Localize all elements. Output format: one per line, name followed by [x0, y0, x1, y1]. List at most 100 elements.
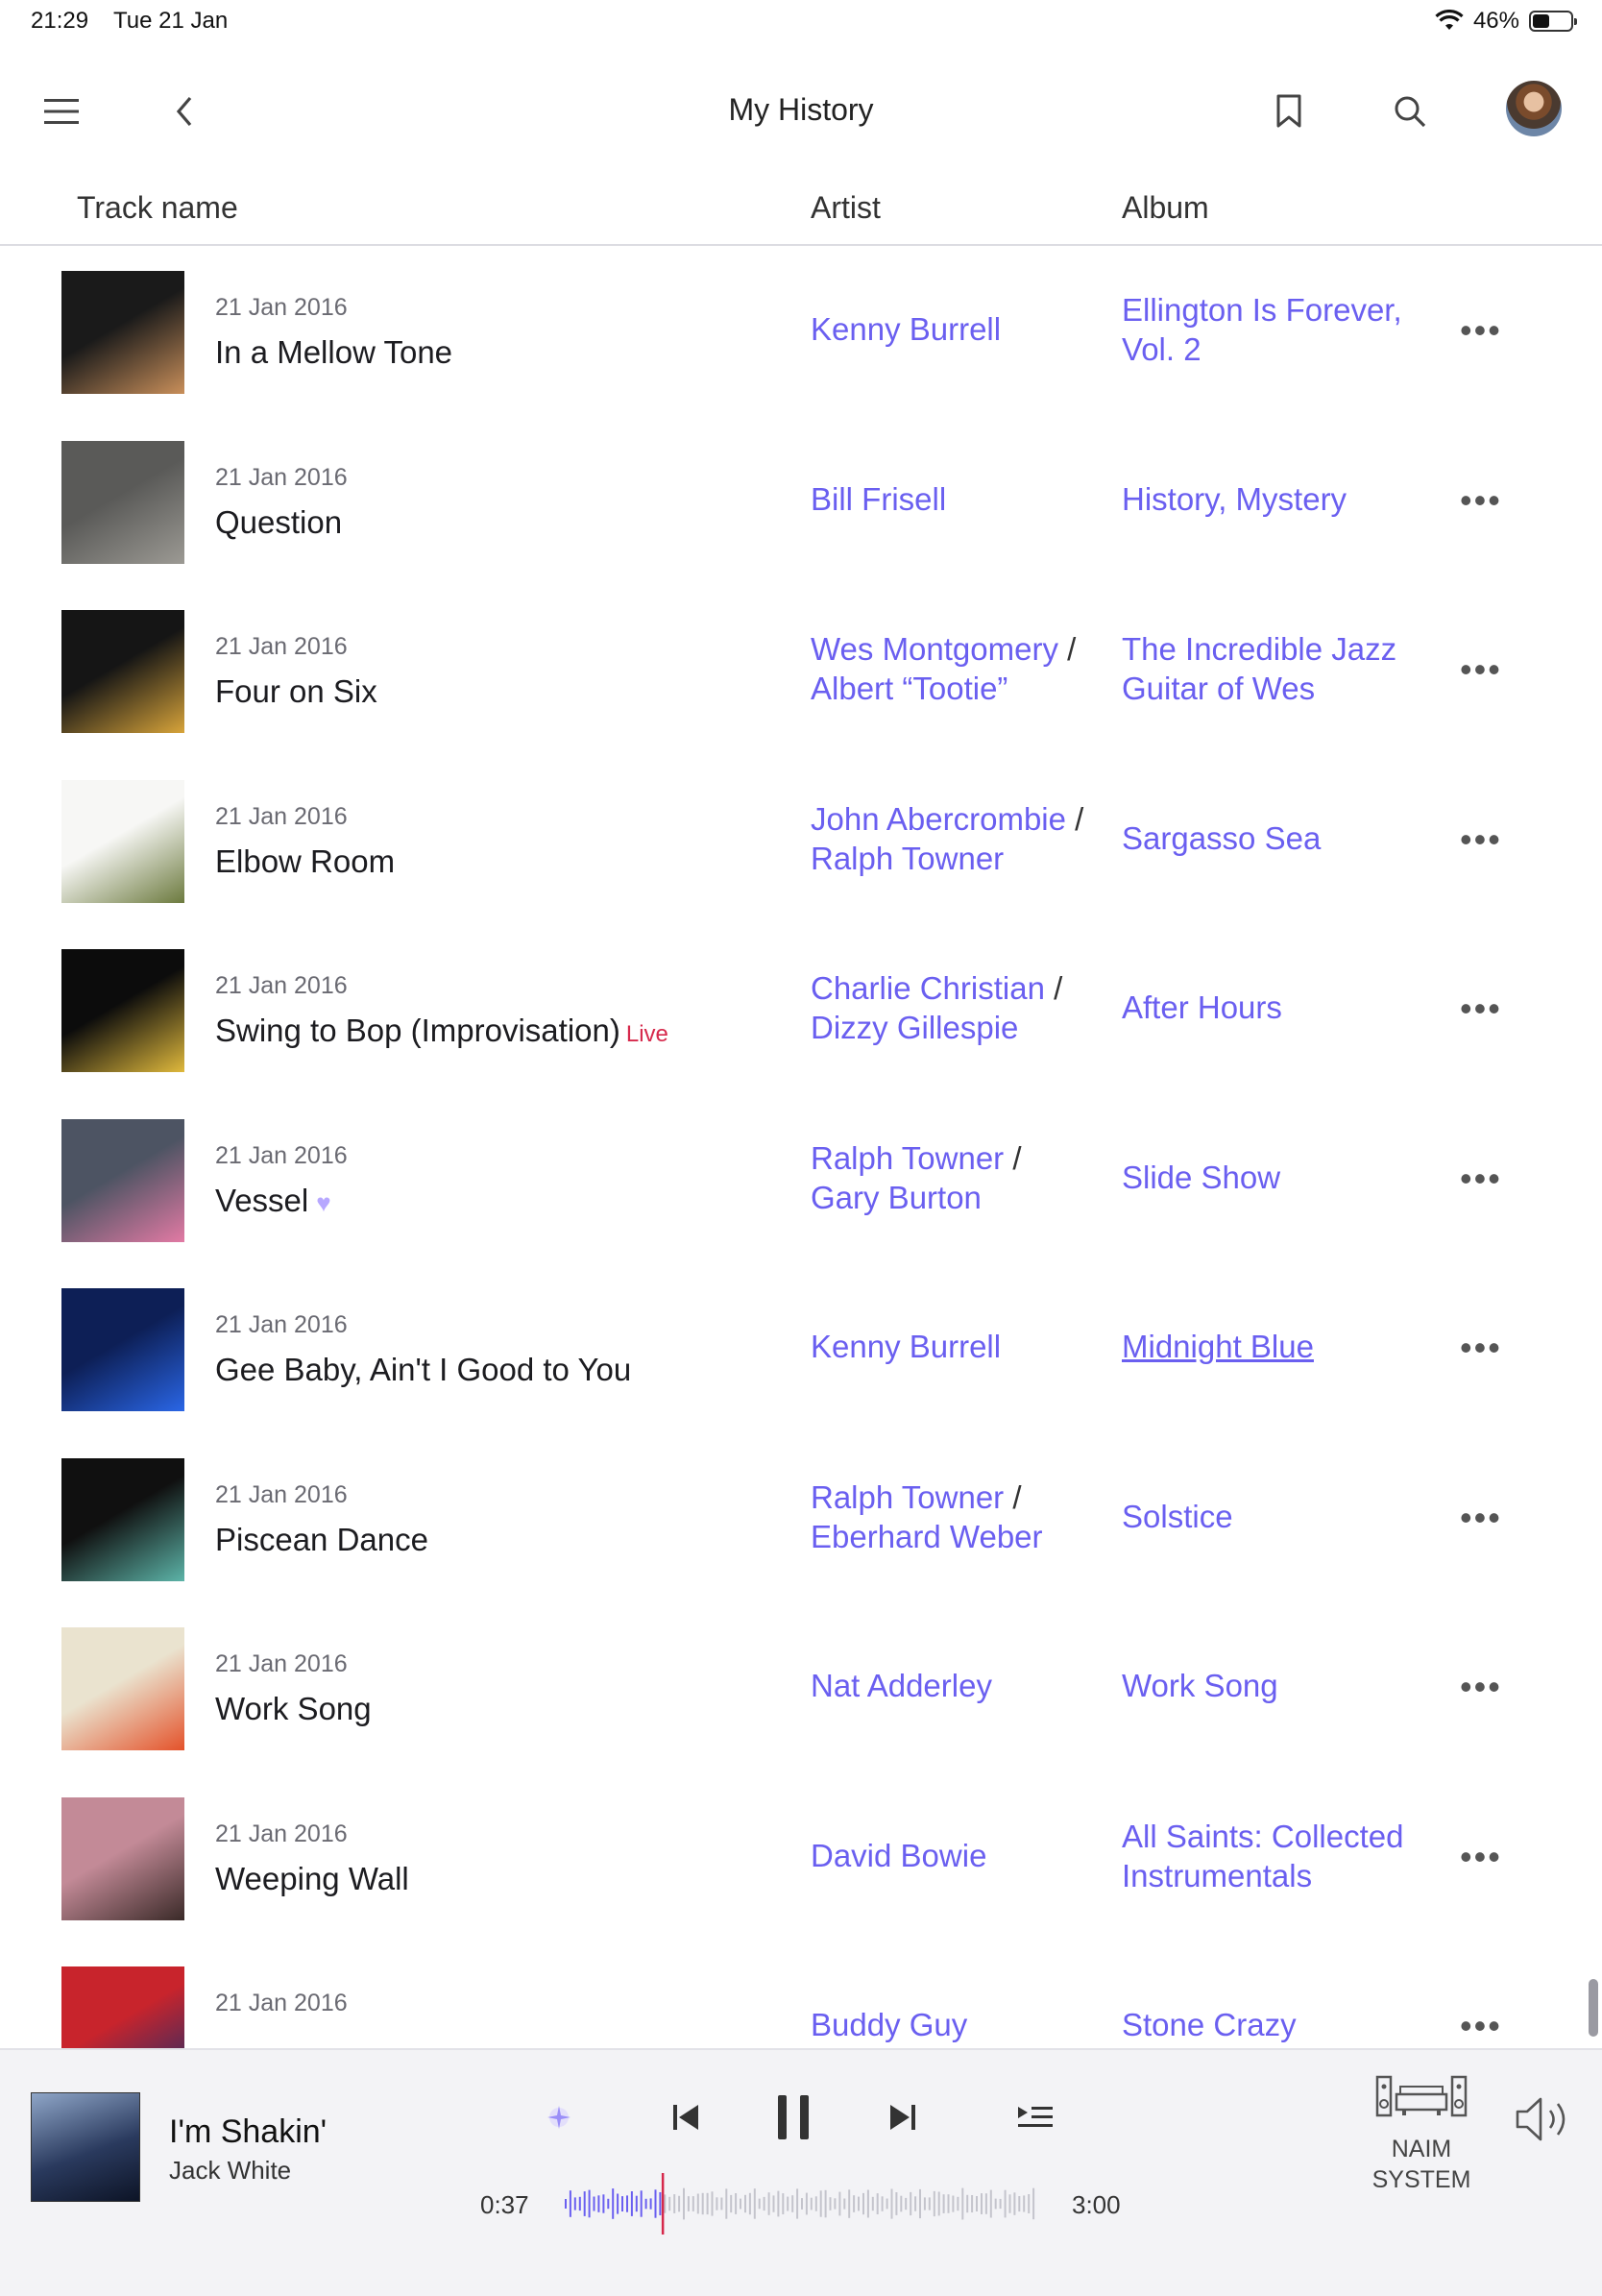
list-item[interactable]: 21 Jan 2016 Weeping Wall David Bowie All Sa… — [0, 1772, 1602, 1943]
waveform-scrubber[interactable] — [561, 2173, 1041, 2235]
list-item[interactable]: 21 Jan 2016 In a Mellow Tone Kenny Burrell… — [0, 246, 1602, 417]
now-playing-artist[interactable]: Jack White — [169, 2156, 291, 2186]
header-track[interactable]: Track name — [77, 190, 238, 226]
scrollbar[interactable] — [1589, 1979, 1598, 2037]
artist-link[interactable]: Buddy Guy — [811, 2007, 967, 2042]
album-link[interactable]: Midnight Blue — [1122, 1327, 1429, 1366]
artist-link[interactable]: Kenny Burrell — [811, 1329, 1001, 1364]
list-item[interactable]: 21 Jan 2016 Question Bill Frisell History, … — [0, 416, 1602, 587]
artist-link[interactable]: Ralph Towner — [811, 1479, 1004, 1515]
artist-link[interactable]: Dizzy Gillespie — [811, 1010, 1018, 1045]
album-link[interactable]: Solstice — [1122, 1497, 1429, 1536]
search-icon[interactable] — [1381, 83, 1439, 140]
artist-link[interactable]: Albert “Tootie” — [811, 671, 1007, 706]
album-cover[interactable] — [61, 1796, 184, 1920]
playhead[interactable] — [661, 2173, 665, 2235]
album-cover[interactable] — [61, 779, 184, 903]
header-album[interactable]: Album — [1122, 190, 1209, 226]
album-cover[interactable] — [61, 610, 184, 733]
track-title[interactable]: Work Song — [215, 1691, 372, 1727]
more-options-icon[interactable]: ••• — [1460, 1331, 1502, 1365]
played-date: 21 Jan 2016 — [215, 1480, 348, 1508]
artist-separator: / — [1004, 1478, 1022, 1515]
list-item[interactable]: 21 Jan 2016 Work Song Nat Adderley Work Son… — [0, 1602, 1602, 1773]
more-options-icon[interactable]: ••• — [1460, 482, 1502, 518]
bookmark-icon[interactable] — [1260, 83, 1318, 140]
more-options-icon[interactable]: ••• — [1460, 652, 1502, 687]
waveform-bar — [673, 2194, 676, 2213]
waveform-bar — [853, 2195, 856, 2212]
waveform-bar — [565, 2199, 567, 2209]
album-cover[interactable] — [61, 949, 184, 1072]
now-playing-cover[interactable] — [31, 2092, 140, 2202]
artist-link[interactable]: Wes Montgomery — [811, 631, 1058, 667]
list-item[interactable]: 21 Jan 2016 Piscean Dance Ralph Towner / E… — [0, 1433, 1602, 1604]
artist-link[interactable]: Gary Burton — [811, 1180, 982, 1215]
header-artist[interactable]: Artist — [811, 190, 881, 226]
artist-link[interactable]: Eberhard Weber — [811, 1519, 1043, 1554]
album-cover[interactable] — [61, 1288, 184, 1411]
avatar[interactable] — [1506, 81, 1562, 136]
track-title[interactable]: Weeping Wall — [215, 1861, 409, 1897]
now-playing-title[interactable]: I'm Shakin' — [169, 2113, 327, 2151]
list-item[interactable]: 21 Jan 2016 Buddy Guy Stone Crazy ••• — [0, 1942, 1602, 2048]
next-track-icon[interactable] — [874, 2088, 932, 2146]
heart-icon[interactable]: ♥ — [316, 1188, 330, 1217]
artist-link[interactable]: David Bowie — [811, 1838, 986, 1873]
list-item[interactable]: 21 Jan 2016 Four on Six Wes Montgomery / A… — [0, 585, 1602, 756]
artist-link[interactable]: Ralph Towner — [811, 1140, 1004, 1176]
track-title[interactable]: Swing to Bop (Improvisation) Live — [215, 1013, 668, 1049]
artist-link[interactable]: Kenny Burrell — [811, 311, 1001, 347]
album-link[interactable]: After Hours — [1122, 988, 1429, 1027]
track-title[interactable]: Piscean Dance — [215, 1522, 428, 1558]
more-options-icon[interactable]: ••• — [1460, 1160, 1502, 1196]
more-options-icon[interactable]: ••• — [1460, 1670, 1502, 1704]
album-cover[interactable] — [61, 1118, 184, 1242]
sparkle-icon[interactable] — [530, 2088, 588, 2146]
list-item[interactable]: 21 Jan 2016 Elbow Room John Abercrombie / … — [0, 755, 1602, 926]
waveform-bar — [748, 2192, 751, 2215]
played-date: 21 Jan 2016 — [215, 802, 348, 830]
more-options-icon[interactable]: ••• — [1460, 313, 1502, 348]
volume-icon[interactable] — [1512, 2090, 1575, 2148]
list-item[interactable]: 21 Jan 2016 Swing to Bop (Improvisation) L… — [0, 924, 1602, 1095]
track-title[interactable]: Gee Baby, Ain't I Good to You — [215, 1352, 631, 1388]
more-options-icon[interactable]: ••• — [1460, 2009, 1502, 2043]
album-cover[interactable] — [61, 440, 184, 564]
album-link[interactable]: Stone Crazy — [1122, 2005, 1429, 2044]
waveform-bar — [937, 2191, 940, 2216]
previous-track-icon[interactable] — [657, 2088, 715, 2146]
album-cover[interactable] — [61, 1966, 184, 2048]
album-link[interactable]: Ellington Is Forever, Vol. 2 — [1122, 290, 1429, 369]
album-cover[interactable] — [61, 1627, 184, 1750]
more-options-icon[interactable]: ••• — [1460, 1500, 1502, 1535]
more-options-icon[interactable]: ••• — [1460, 1839, 1502, 1874]
pause-icon[interactable] — [765, 2088, 822, 2146]
artist-link[interactable]: John Abercrombie — [811, 801, 1066, 837]
artist-link[interactable]: Ralph Towner — [811, 841, 1004, 876]
list-item[interactable]: 21 Jan 2016 Vessel ♥ Ralph Towner / Gary Bu… — [0, 1094, 1602, 1265]
album-cover[interactable] — [61, 1457, 184, 1581]
track-title[interactable]: Elbow Room — [215, 843, 395, 880]
output-device[interactable]: NAIM SYSTEM — [1354, 2073, 1489, 2195]
track-title[interactable]: Four on Six — [215, 673, 377, 710]
album-link[interactable]: Sargasso Sea — [1122, 818, 1429, 858]
waveform-bar — [933, 2190, 935, 2217]
album-link[interactable]: The Incredible Jazz Guitar of Wes — [1122, 629, 1429, 708]
album-link[interactable]: Work Song — [1122, 1666, 1429, 1705]
track-title[interactable]: Vessel ♥ — [215, 1183, 331, 1219]
artist-link[interactable]: Nat Adderley — [811, 1668, 992, 1703]
list-item[interactable]: 21 Jan 2016 Gee Baby, Ain't I Good to You… — [0, 1263, 1602, 1434]
album-link[interactable]: Slide Show — [1122, 1158, 1429, 1197]
track-title[interactable]: Question — [215, 504, 342, 541]
queue-icon[interactable] — [1007, 2088, 1064, 2146]
waveform-bar — [569, 2190, 571, 2217]
album-cover[interactable] — [61, 271, 184, 394]
artist-link[interactable]: Bill Frisell — [811, 481, 946, 517]
track-title[interactable]: In a Mellow Tone — [215, 334, 452, 371]
album-link[interactable]: History, Mystery — [1122, 479, 1429, 519]
album-link[interactable]: All Saints: Collected Instrumentals — [1122, 1817, 1429, 1895]
artist-link[interactable]: Charlie Christian — [811, 970, 1045, 1006]
more-options-icon[interactable]: ••• — [1460, 991, 1502, 1026]
more-options-icon[interactable]: ••• — [1460, 821, 1502, 857]
